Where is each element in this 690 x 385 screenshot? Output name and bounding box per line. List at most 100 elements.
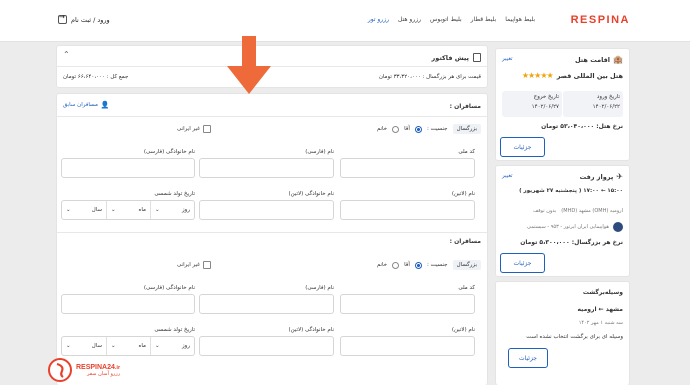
nav-bus[interactable]: بلیط اتوبوس xyxy=(430,16,462,23)
day-label: روز xyxy=(182,207,190,213)
male-label: آقا xyxy=(404,262,410,268)
chevron-down-icon: ⌄ xyxy=(111,343,116,349)
birth-date-select[interactable]: روز ⌄ ماه ⌄ سال ⌄ xyxy=(61,336,195,356)
non-iranian-label: غیر ایرانی xyxy=(177,126,201,132)
last-name-fa-input[interactable] xyxy=(61,158,195,178)
respina24-logo-icon xyxy=(48,358,72,382)
first-name-fa-input[interactable] xyxy=(199,294,334,314)
male-label: آقا xyxy=(404,126,410,132)
national-code-label: کد ملی xyxy=(458,285,475,291)
first-name-en-input[interactable] xyxy=(340,200,475,220)
female-radio[interactable] xyxy=(392,261,400,269)
respina24-watermark: RESPINA24.ir رزرو آسان سفر xyxy=(48,358,120,382)
watermark-tld: .ir xyxy=(114,364,121,371)
first-name-fa-label: نام (فارسی) xyxy=(305,285,334,291)
hotel-card: 🏨 اقامت هتل تغییر هتل بین المللی قصر ★★★… xyxy=(495,48,630,161)
chevron-down-icon: ⌄ xyxy=(155,343,160,349)
year-label: سال xyxy=(91,343,102,349)
non-iranian-checkbox[interactable]: غیر ایرانی xyxy=(177,261,212,269)
national-code-input[interactable] xyxy=(340,294,475,314)
male-radio[interactable] xyxy=(414,261,422,269)
month-label: ماه xyxy=(138,207,146,213)
day-select[interactable]: روز ⌄ xyxy=(150,201,194,219)
first-name-fa-input[interactable] xyxy=(199,158,334,178)
first-name-en-label: نام (لاتین) xyxy=(451,327,475,333)
non-iranian-box[interactable] xyxy=(203,125,212,133)
return-transport-card: وسیله‌برگشت مشهد ← ارومیه سه شنبه ۱ مهر … xyxy=(495,281,630,385)
checkout-box: تاریخ خروج ۱۴۰۲/۰۶/۲۷ xyxy=(502,91,562,117)
login-icon xyxy=(58,13,67,24)
month-select[interactable]: ماه ⌄ xyxy=(106,201,150,219)
year-select[interactable]: سال ⌄ xyxy=(62,337,106,355)
last-name-en-input[interactable] xyxy=(199,200,334,220)
flight-airline: هواپیمایی ایران ایرتور - ۹۵۳ - سیستمی xyxy=(527,224,609,230)
passenger-1-header: بزرگسال جنسیت : آقا خانم xyxy=(377,124,481,134)
last-name-fa-label: نام خانوادگی (فارسی) xyxy=(143,285,195,291)
chevron-down-icon: ⌄ xyxy=(155,207,160,213)
invoice-per-adult: قیمت برای هر بزرگسال : ۳۳،۳۲۰،۰۰۰ تومان xyxy=(378,74,481,80)
chevron-down-icon: ⌄ xyxy=(66,343,71,349)
checkin-box: تاریخ ورود ۱۴۰۲/۰۶/۲۲ xyxy=(563,91,623,117)
birth-date-label: تاریخ تولد شمسی xyxy=(154,191,195,197)
female-radio[interactable] xyxy=(392,125,400,133)
first-name-en-input[interactable] xyxy=(340,336,475,356)
last-name-en-label: نام خانوادگی (لاتین) xyxy=(288,327,334,333)
return-details-button[interactable]: جزئیات xyxy=(508,348,548,368)
chevron-down-icon: ⌄ xyxy=(111,207,116,213)
passenger-divider xyxy=(57,232,487,233)
day-select[interactable]: روز ⌄ xyxy=(150,337,194,355)
return-route: مشهد ← ارومیه xyxy=(577,306,624,313)
flight-out-card: ✈ پرواز رفت تغییر ۱۵:۰۰ ← ۱۷:۰۰ ( پنجشنب… xyxy=(495,165,630,277)
watermark-brand: RESPINA24 xyxy=(76,363,115,371)
last-name-fa-input[interactable] xyxy=(61,294,195,314)
birth-date-select[interactable]: روز ⌄ ماه ⌄ سال ⌄ xyxy=(61,200,195,220)
nav-tour[interactable]: رزرو تور xyxy=(368,16,389,23)
passenger-1-title: مسافران : xyxy=(449,103,481,110)
nav-train[interactable]: بلیط قطار xyxy=(471,16,497,23)
checkout-label: تاریخ خروج xyxy=(533,94,559,100)
checkin-label: تاریخ ورود xyxy=(596,94,620,100)
flight-price: نرخ هر بزرگسال: ۵،۳۰۰،۰۰۰ تومان xyxy=(520,239,623,246)
hotel-change-link[interactable]: تغییر xyxy=(502,56,513,62)
checkin-date: ۱۴۰۲/۰۶/۲۲ xyxy=(592,104,620,110)
age-badge: بزرگسال xyxy=(452,260,481,270)
return-date: سه شنبه ۱ مهر ۱۴۰۲ xyxy=(578,320,623,326)
national-code-input[interactable] xyxy=(340,158,475,178)
invoice-icon xyxy=(473,53,481,62)
invoice-title: پیش فاکتور xyxy=(431,53,470,62)
collapse-chevron-icon[interactable]: ⌃ xyxy=(63,50,70,59)
nav-hotel[interactable]: رزرو هتل xyxy=(398,16,421,23)
checkout-date: ۱۴۰۲/۰۶/۲۷ xyxy=(531,104,559,110)
plane-icon: ✈ xyxy=(616,172,623,181)
flight-stops: بدون توقف xyxy=(533,208,557,214)
month-select[interactable]: ماه ⌄ xyxy=(106,337,150,355)
first-name-fa-label: نام (فارسی) xyxy=(305,149,334,155)
passengers-card: 👤 مسافران سابق مسافران : بزرگسال جنسیت :… xyxy=(56,93,488,385)
hotel-card-title: اقامت هتل xyxy=(574,55,611,64)
login-button[interactable]: ورود / ثبت نام xyxy=(58,13,110,24)
return-note: وسیله ای برای برگشت انتخاب نشده است xyxy=(526,334,623,340)
nav-flight[interactable]: بلیط هواپیما xyxy=(505,16,535,23)
passenger-2-header: بزرگسال جنسیت : آقا خانم xyxy=(377,260,481,270)
hotel-name: هتل بین المللی قصر xyxy=(556,71,623,80)
last-name-en-label: نام خانوادگی (لاتین) xyxy=(288,191,334,197)
respina-logo[interactable]: RESPINA xyxy=(571,14,630,26)
passenger-2-title: مسافران : xyxy=(449,238,481,245)
age-badge: بزرگسال xyxy=(452,124,481,134)
year-select[interactable]: سال ⌄ xyxy=(62,201,106,219)
last-name-fa-label: نام خانوادگی (فارسی) xyxy=(143,149,195,155)
non-iranian-checkbox[interactable]: غیر ایرانی xyxy=(177,125,212,133)
national-code-label: کد ملی xyxy=(458,149,475,155)
last-name-en-input[interactable] xyxy=(199,336,334,356)
male-radio[interactable] xyxy=(414,125,422,133)
flight-details-button[interactable]: جزئیات xyxy=(500,253,545,273)
non-iranian-box[interactable] xyxy=(203,261,212,269)
flight-out-title: پرواز رفت xyxy=(579,172,614,181)
hotel-details-button[interactable]: جزئیات xyxy=(500,137,545,157)
gender-label: جنسیت : xyxy=(426,262,448,268)
non-iranian-label: غیر ایرانی xyxy=(177,262,201,268)
previous-passengers-link[interactable]: 👤 مسافران سابق xyxy=(63,101,110,109)
female-label: خانم xyxy=(376,262,388,268)
flight-change-link[interactable]: تغییر xyxy=(502,173,513,179)
return-title: وسیله‌برگشت xyxy=(582,289,623,296)
